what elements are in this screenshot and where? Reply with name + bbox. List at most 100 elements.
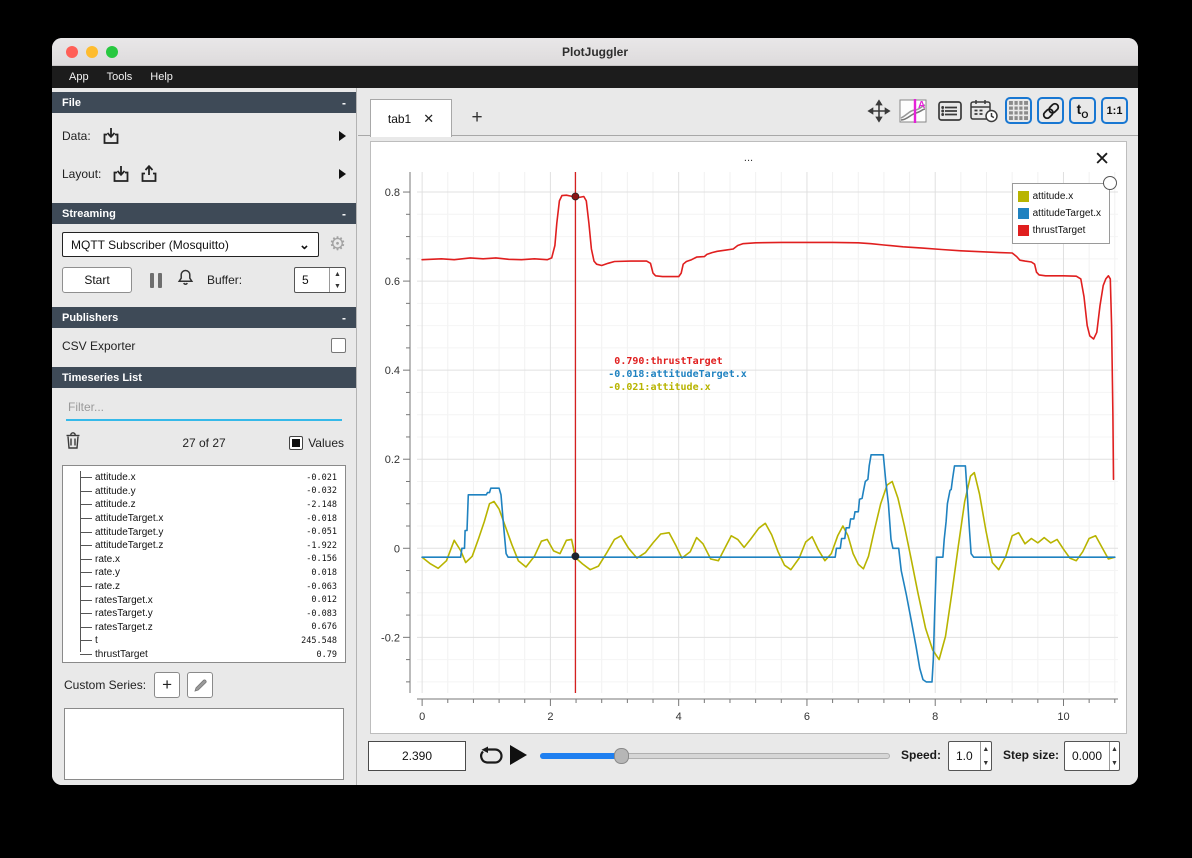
- add-tab-button[interactable]: +: [462, 104, 492, 132]
- timeseries-row[interactable]: rate.z -0.063: [80, 580, 339, 594]
- timeseries-row[interactable]: ratesTarget.z 0.676: [80, 621, 339, 635]
- custom-series-list[interactable]: [64, 708, 344, 780]
- timeseries-row[interactable]: rate.x -0.156: [80, 553, 339, 567]
- values-checkbox[interactable]: [289, 436, 304, 450]
- slider-fill: [540, 753, 621, 759]
- buffer-spinbox[interactable]: 5 ▲ ▼: [294, 267, 346, 293]
- timeseries-name: rate.x: [95, 553, 121, 565]
- speed-label: Speed:: [901, 748, 942, 762]
- tab-tab1[interactable]: tab1 ✕: [370, 99, 452, 137]
- timeseries-row[interactable]: rate.y 0.018: [80, 566, 339, 580]
- collapse-icon[interactable]: -: [342, 207, 346, 221]
- t0-time-offset-button[interactable]: tO: [1069, 97, 1096, 124]
- spin-up-icon[interactable]: ▲: [981, 742, 991, 756]
- buffer-value: 5: [302, 273, 309, 287]
- spin-down-icon[interactable]: ▼: [1110, 756, 1119, 770]
- timeseries-row[interactable]: attitudeTarget.y -0.051: [80, 525, 339, 539]
- menu-item-help[interactable]: Help: [141, 71, 182, 83]
- edit-custom-series-button[interactable]: [187, 672, 214, 698]
- streaming-source-select[interactable]: MQTT Subscriber (Mosquitto) ⌄: [62, 232, 319, 257]
- x-tick-label: 6: [804, 711, 810, 723]
- plot-close-icon[interactable]: ✕: [1094, 148, 1110, 171]
- custom-series-label: Custom Series:: [64, 678, 147, 692]
- grid-layout-icon[interactable]: [1005, 97, 1032, 124]
- ratio-1-1-button[interactable]: 1:1: [1101, 97, 1128, 124]
- publishers-section-title: Publishers: [62, 311, 119, 324]
- timeseries-name: ratesTarget.x: [95, 594, 153, 606]
- plot-widget[interactable]: ... ✕ attitude.x attitudeTarget.x thrustTa…: [370, 141, 1127, 734]
- list-view-icon[interactable]: [936, 97, 963, 124]
- play-button[interactable]: [510, 745, 527, 765]
- buffer-label: Buffer:: [207, 273, 243, 287]
- curve-style-icon[interactable]: A: [897, 97, 931, 124]
- spin-down-icon[interactable]: ▼: [981, 756, 991, 770]
- menu-item-app[interactable]: App: [60, 71, 98, 83]
- data-expand-arrow-icon[interactable]: [339, 131, 346, 141]
- legend-label: thrustTarget: [1032, 225, 1086, 236]
- tab-close-icon[interactable]: ✕: [423, 111, 434, 127]
- minimize-window-button[interactable]: [86, 46, 98, 58]
- csv-exporter-label: CSV Exporter: [62, 338, 136, 353]
- current-time-display[interactable]: 2.390: [368, 741, 466, 771]
- x-tick-label: 10: [1057, 711, 1069, 723]
- timeseries-list[interactable]: attitude.x -0.021 attitude.y -0.032 attitude…: [62, 465, 346, 663]
- timeline-slider[interactable]: [540, 748, 890, 764]
- streaming-section-header[interactable]: Streaming -: [52, 203, 356, 224]
- menu-item-tools[interactable]: Tools: [98, 71, 142, 83]
- plot-legend[interactable]: attitude.x attitudeTarget.x thrustTarget: [1011, 183, 1110, 244]
- start-button[interactable]: Start: [62, 267, 132, 293]
- link-icon[interactable]: [1037, 97, 1064, 124]
- streaming-section-title: Streaming: [62, 207, 116, 220]
- gear-icon[interactable]: ⚙: [329, 233, 346, 256]
- trash-icon[interactable]: [64, 431, 82, 455]
- date-time-icon[interactable]: [968, 97, 1000, 124]
- pause-icon[interactable]: [150, 272, 162, 288]
- timeseries-value: -0.063: [306, 581, 337, 592]
- slider-thumb[interactable]: [613, 748, 629, 764]
- collapse-icon[interactable]: -: [342, 311, 346, 325]
- close-window-button[interactable]: [66, 46, 78, 58]
- tab-bar: tab1 ✕ + A tO 1:1: [358, 88, 1138, 137]
- timeseries-row[interactable]: attitude.y -0.032: [80, 485, 339, 499]
- add-custom-series-button[interactable]: +: [154, 672, 181, 698]
- bell-icon[interactable]: [176, 268, 195, 292]
- timeseries-tree: attitude.x -0.021 attitude.y -0.032 attitude…: [73, 471, 339, 661]
- y-tick-label: 0.8: [385, 187, 400, 199]
- move-tool-icon[interactable]: [865, 97, 892, 124]
- legend-entry[interactable]: attitude.x: [1017, 188, 1101, 205]
- timeseries-name: rate.z: [95, 581, 121, 593]
- step-size-spinbox[interactable]: 0.000 ▲ ▼: [1064, 741, 1120, 771]
- timeseries-name: thrustTarget: [95, 649, 148, 661]
- spin-up-icon[interactable]: ▲: [1110, 742, 1119, 756]
- publishers-section-header[interactable]: Publishers -: [52, 307, 356, 328]
- collapse-icon[interactable]: -: [342, 96, 346, 110]
- timeseries-row[interactable]: attitudeTarget.z -1.922: [80, 539, 339, 553]
- timeseries-row[interactable]: attitude.x -0.021: [80, 471, 339, 485]
- filter-input[interactable]: [66, 397, 342, 421]
- title-bar: PlotJuggler: [52, 38, 1138, 66]
- load-data-icon[interactable]: [101, 126, 121, 146]
- timeseries-row[interactable]: thrustTarget 0.79: [80, 648, 339, 662]
- timeseries-row[interactable]: t 245.548: [80, 634, 339, 648]
- y-tick-label: 0.6: [385, 276, 400, 288]
- timeseries-value: 0.676: [311, 622, 337, 633]
- spin-up-icon[interactable]: ▲: [330, 268, 345, 280]
- speed-spinbox[interactable]: 1.0 ▲ ▼: [948, 741, 992, 771]
- legend-entry[interactable]: attitudeTarget.x: [1017, 205, 1101, 222]
- timeseries-row[interactable]: ratesTarget.y -0.083: [80, 607, 339, 621]
- legend-handle-icon[interactable]: [1103, 176, 1117, 190]
- timeseries-row[interactable]: attitudeTarget.x -0.018: [80, 512, 339, 526]
- layout-expand-arrow-icon[interactable]: [339, 169, 346, 179]
- values-toggle[interactable]: Values: [289, 436, 344, 450]
- timeseries-section-header[interactable]: Timeseries List: [52, 367, 356, 388]
- legend-entry[interactable]: thrustTarget: [1017, 222, 1101, 239]
- timeseries-row[interactable]: ratesTarget.x 0.012: [80, 593, 339, 607]
- loop-icon[interactable]: [476, 743, 506, 769]
- timeseries-row[interactable]: attitude.z -2.148: [80, 498, 339, 512]
- csv-exporter-checkbox[interactable]: [331, 338, 346, 353]
- load-layout-icon[interactable]: [111, 164, 131, 184]
- maximize-window-button[interactable]: [106, 46, 118, 58]
- save-layout-icon[interactable]: [139, 164, 159, 184]
- spin-down-icon[interactable]: ▼: [330, 280, 345, 292]
- file-section-header[interactable]: File -: [52, 92, 356, 113]
